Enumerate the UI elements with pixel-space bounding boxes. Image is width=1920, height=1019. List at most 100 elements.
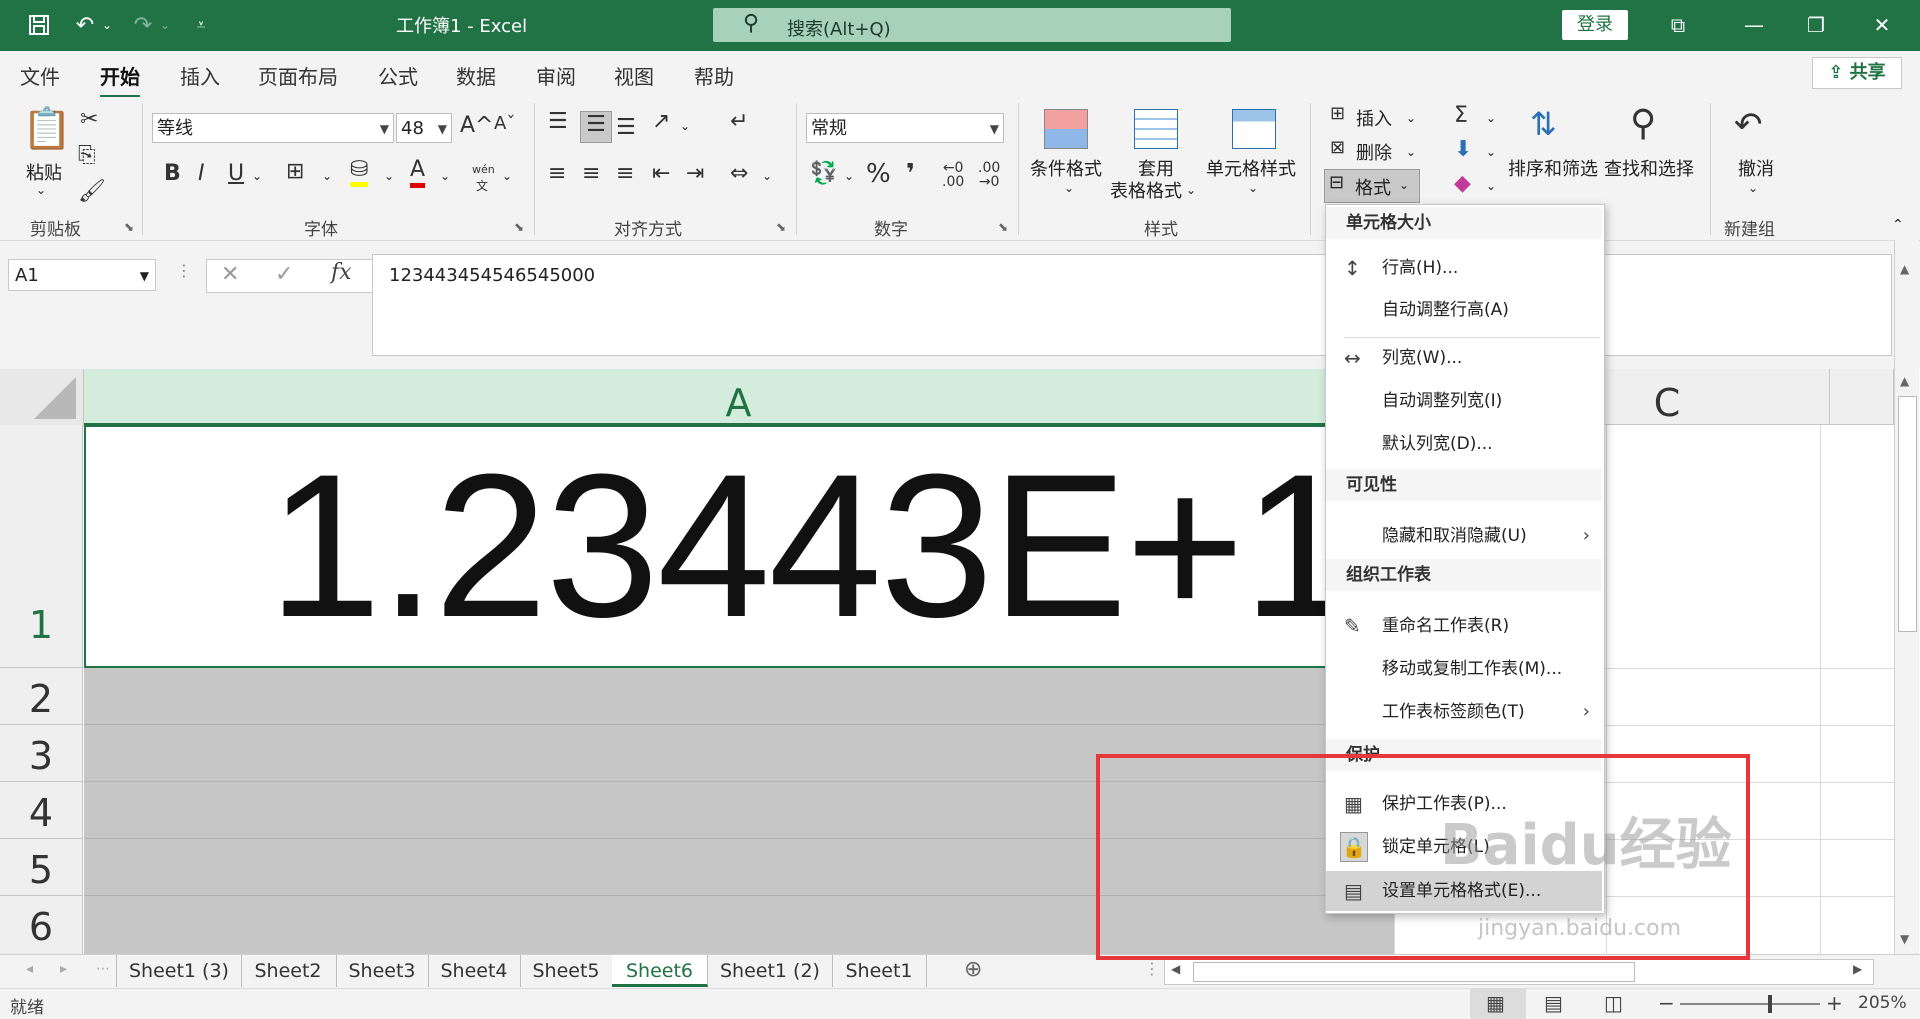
sheet-menu-icon[interactable]: ⋯ [96,961,110,977]
scroll-up-icon[interactable]: ▲ [1900,262,1909,276]
format-as-table-icon[interactable] [1134,109,1178,149]
copy-icon[interactable]: ⎘ [78,143,96,168]
add-sheet-icon[interactable]: ⊕ [964,957,982,982]
tab-data[interactable]: 数据 [456,61,496,90]
merge-dropdown-icon[interactable]: ⌄ [762,169,772,183]
scroll-up-icon[interactable]: ▲ [1900,374,1909,388]
comma-style-button[interactable]: ❜ [906,159,915,189]
insert-dropdown-icon[interactable]: ⌄ [1406,111,1416,125]
menu-item-rename-sheet[interactable]: ✎ 重命名工作表(R) [1326,607,1602,645]
row-header-3[interactable]: 3 [0,725,83,782]
menu-item-tab-color[interactable]: 工作表标签颜色(T) › [1326,693,1602,731]
alignment-launcher-icon[interactable]: ⬊ [776,220,786,234]
phonetic-dropdown-icon[interactable]: ⌄ [502,169,512,183]
tab-help[interactable]: 帮助 [694,61,734,90]
autosum-dropdown-icon[interactable]: ⌄ [1486,111,1496,125]
insert-function-icon[interactable]: fx [331,260,352,285]
prev-sheet-icon[interactable]: ◂ [26,961,33,977]
font-color-dropdown-icon[interactable]: ⌄ [440,169,450,183]
find-select-icon[interactable]: ⚲ [1630,103,1656,144]
zoom-slider-track[interactable] [1680,1003,1820,1005]
tab-view[interactable]: 视图 [614,61,654,90]
wrap-text-icon[interactable]: ↵ [730,109,748,134]
collapse-ribbon-icon[interactable]: ⌃ [1892,217,1904,233]
undo-large-icon[interactable]: ↶ [1734,105,1763,145]
align-right-icon[interactable]: ≡ [616,161,634,186]
next-sheet-icon[interactable]: ▸ [60,961,67,977]
name-box[interactable]: A1 ▼ [8,259,156,291]
borders-dropdown-icon[interactable]: ⌄ [322,169,332,183]
number-launcher-icon[interactable]: ⬊ [998,220,1008,234]
accounting-format-icon[interactable]: 💱 [810,161,837,186]
menu-item-row-height[interactable]: ↕ 行高(H)... [1326,249,1602,287]
align-top-icon[interactable]: ☰ [548,109,568,134]
sort-filter-icon[interactable]: ⇅ [1530,105,1557,143]
column-header-d[interactable] [1830,369,1894,425]
row-header-2[interactable]: 2 [0,668,83,725]
clipboard-launcher-icon[interactable]: ⬊ [124,220,134,234]
conditional-dropdown-icon[interactable]: ⌄ [1064,181,1074,195]
cell-styles-dropdown-icon[interactable]: ⌄ [1248,181,1258,195]
fill-dropdown-icon[interactable]: ⌄ [1486,145,1496,159]
ribbon-display-icon[interactable]: ⧉ [1658,8,1698,42]
sheet-tab[interactable]: Sheet2 [240,955,337,987]
fill-color-icon[interactable]: ⛁ [350,157,369,187]
sheet-tab[interactable]: Sheet1 [832,955,927,987]
zoom-level[interactable]: 205% [1858,993,1907,1013]
column-header-a[interactable]: A [84,369,1394,425]
font-launcher-icon[interactable]: ⬊ [514,220,524,234]
paste-icon[interactable]: 📋 [22,105,72,152]
sheet-tab[interactable]: Sheet1 (2) [708,955,833,987]
formula-input[interactable]: 123443454546545000 [372,254,1892,356]
menu-item-column-width[interactable]: ↔ 列宽(W)... [1326,339,1602,377]
undo-icon[interactable]: ↶ [70,10,100,40]
merge-center-icon[interactable]: ⇔ [730,161,748,186]
row-header-6[interactable]: 6 [0,896,83,955]
borders-icon[interactable]: ⊞ [286,159,304,184]
menu-item-default-width[interactable]: 默认列宽(D)... [1326,425,1602,463]
minimize-icon[interactable]: — [1734,8,1774,42]
scroll-down-icon[interactable]: ▼ [1900,932,1909,946]
align-center-icon[interactable]: ≡ [582,161,600,186]
sheet-tab[interactable]: Sheet3 [336,955,429,987]
insert-cells-icon[interactable]: ⊞ [1330,103,1345,124]
normal-view-button[interactable]: ▦ [1470,989,1526,1019]
underline-button[interactable]: U [228,161,244,186]
accounting-dropdown-icon[interactable]: ⌄ [844,169,854,183]
zoom-slider-thumb[interactable] [1768,995,1772,1013]
font-color-button[interactable]: A [410,157,426,188]
menu-item-hide-unhide[interactable]: 隐藏和取消隐藏(U) › [1326,517,1602,555]
login-button[interactable]: 登录 [1562,10,1628,40]
italic-button[interactable]: I [198,161,205,186]
underline-dropdown-icon[interactable]: ⌄ [252,169,262,183]
clear-dropdown-icon[interactable]: ⌄ [1486,179,1496,193]
decrease-indent-icon[interactable]: ⇤ [652,161,670,186]
tab-insert[interactable]: 插入 [180,61,220,90]
decrease-decimal-icon[interactable]: .00 →0 [978,161,1000,189]
sheet-tab[interactable]: Sheet1 (3) [116,955,242,987]
shrink-font-button[interactable]: Aˇ [494,113,515,134]
page-layout-view-icon[interactable]: ▤ [1544,991,1563,1015]
find-select-button[interactable]: 查找和选择 [1604,155,1694,181]
cancel-icon[interactable]: ✕ [221,262,239,287]
tab-review[interactable]: 审阅 [536,61,576,90]
format-table-dropdown-icon[interactable]: ⌄ [1186,183,1196,197]
cell-styles-button[interactable]: 单元格样式 [1206,155,1296,181]
share-button[interactable]: ⇪ 共享 [1812,57,1902,89]
paste-button[interactable]: 粘贴 [26,159,62,185]
tab-formulas[interactable]: 公式 [378,61,418,90]
tab-home[interactable]: 开始 [100,61,140,98]
row-header-4[interactable]: 4 [0,782,83,839]
delete-dropdown-icon[interactable]: ⌄ [1406,145,1416,159]
sheet-tab-active[interactable]: Sheet6 [612,955,708,987]
sheet-tab[interactable]: Sheet5 [520,955,613,987]
menu-item-autofit-row-height[interactable]: 自动调整行高(A) [1326,291,1602,329]
grow-font-button[interactable]: A^ [460,113,493,138]
cell-a1[interactable]: 1.23443E+17 [84,425,1394,668]
close-icon[interactable]: ✕ [1862,8,1902,42]
cell-styles-icon[interactable] [1232,109,1276,149]
cell-row-2[interactable] [84,668,1394,725]
align-bottom-icon[interactable]: ☰ [616,115,636,140]
fill-icon[interactable]: ⬇ [1454,137,1472,162]
align-middle-icon[interactable]: ☰ [580,111,612,143]
